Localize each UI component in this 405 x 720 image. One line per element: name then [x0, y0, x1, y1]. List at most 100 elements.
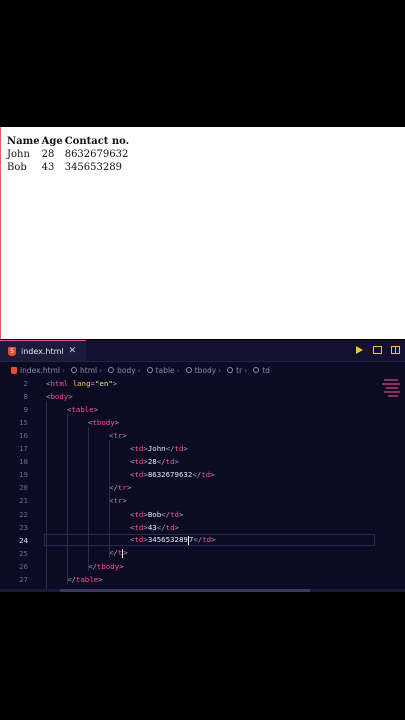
breadcrumb-item[interactable]: table [143, 366, 175, 375]
code-text: <td>43</td> [130, 523, 179, 532]
indent-guide [67, 414, 68, 584]
code-line[interactable]: 2 <html lang="en"> [0, 377, 405, 390]
breadcrumb-label: tr [236, 365, 243, 375]
code-text: <tbody> [88, 418, 119, 427]
header-name: Name [7, 136, 40, 147]
editor-tab-bar: 5 index.html ✕ [0, 340, 405, 362]
code-text: <html lang="en"> [46, 379, 117, 388]
code-token: > [68, 392, 73, 402]
code-line[interactable]: 23 <td>43</td> [0, 521, 405, 534]
code-token: tr [117, 483, 127, 493]
element-icon [185, 367, 192, 373]
code-text: <td>3456532897</td> [130, 535, 216, 545]
line-number: 22 [19, 509, 28, 519]
code-token: John [147, 444, 166, 454]
breadcrumb-item[interactable]: td [249, 366, 270, 375]
breadcrumb-item[interactable]: index.html [0, 366, 60, 375]
element-icon [253, 367, 260, 373]
code-token: "en" [94, 379, 113, 388]
code-token: td [170, 509, 179, 519]
code-line[interactable]: 21 <tr> [0, 494, 405, 507]
code-text: <td>John</td> [130, 444, 188, 453]
split-editor-icon[interactable] [390, 344, 401, 355]
chevron-right-icon: › [99, 365, 103, 375]
code-line[interactable]: 8 <body> [0, 390, 405, 403]
table-cell: 345653289 [64, 162, 122, 173]
chevron-right-icon: › [244, 365, 248, 375]
line-number: 25 [19, 548, 28, 558]
close-icon[interactable]: ✕ [69, 346, 77, 356]
header-contact: Contact no. [64, 136, 130, 147]
horizontal-scrollbar[interactable] [0, 589, 405, 592]
line-number: 20 [19, 483, 28, 493]
code-line[interactable]: 22 <td>Bob</td> [0, 508, 405, 521]
code-line[interactable]: 25 </t> [0, 547, 405, 560]
breadcrumb-item[interactable]: body [104, 366, 136, 375]
table-header-row: Name Age Contact no. [7, 136, 129, 147]
code-token: 8632679632 [147, 470, 193, 480]
code-token: </ [109, 483, 118, 493]
code-line[interactable]: 27 </table> [0, 573, 405, 586]
code-token: > [211, 535, 216, 545]
code-token: tbody [92, 418, 115, 428]
breadcrumb-label: table [155, 365, 175, 375]
chevron-right-icon: › [176, 365, 180, 375]
preview-table: Name Age Contact no. John 28 8632679632 … [5, 134, 131, 175]
code-token: td [165, 522, 175, 532]
code-token: > [123, 548, 128, 558]
breadcrumb-item[interactable]: html [67, 366, 97, 375]
code-token: > [122, 496, 127, 506]
breadcrumb-item[interactable]: tr [223, 366, 242, 375]
code-line[interactable]: 26 </tbody> [0, 560, 405, 573]
breadcrumb-label: body [117, 365, 136, 375]
chevron-right-icon: › [137, 365, 141, 375]
code-line[interactable]: 17 <td>John</td> [0, 442, 405, 455]
code-line[interactable]: 16 <tr> [0, 429, 405, 442]
minimap[interactable] [380, 377, 402, 417]
html5-icon: 5 [8, 346, 16, 356]
breadcrumb-label: td [262, 365, 270, 375]
open-preview-icon[interactable] [372, 344, 383, 355]
code-line[interactable]: 9 <table> [0, 403, 405, 416]
code-token: tbody [96, 561, 120, 571]
scrollbar-thumb[interactable] [60, 589, 310, 592]
code-token: html [50, 379, 69, 388]
line-number: 18 [19, 457, 28, 467]
line-number: 16 [19, 431, 28, 441]
code-token: Bob [147, 509, 162, 519]
code-line[interactable]: 20 </tr> [0, 481, 405, 494]
code-text: <td>28</td> [130, 457, 179, 466]
indent-guide [109, 440, 110, 558]
line-number: 15 [19, 418, 28, 428]
code-token: </ [88, 561, 97, 571]
chevron-right-icon: › [62, 365, 65, 375]
tab-index-html[interactable]: 5 index.html ✕ [0, 340, 86, 361]
code-token: </ [109, 548, 118, 558]
code-editor: 5 index.html ✕ index.html › html › body › tabl… [0, 340, 405, 592]
element-icon [108, 367, 115, 373]
line-number: 21 [19, 496, 28, 506]
code-token: table [71, 405, 94, 415]
table-cell: 28 [41, 149, 55, 160]
code-line[interactable]: 24 <td>3456532897</td> [0, 534, 405, 547]
code-text: <tr> [109, 496, 127, 505]
code-token: > [93, 405, 99, 415]
code-token: </ [67, 574, 76, 584]
play-icon[interactable] [354, 344, 365, 355]
code-token: </ [192, 470, 202, 480]
code-token: 345653289 [147, 535, 188, 545]
table-cell: 8632679632 [64, 149, 129, 160]
code-line[interactable]: 18 <td>28</td> [0, 455, 405, 468]
line-number: 17 [19, 444, 28, 454]
code-token: > [178, 509, 184, 519]
line-number: 9 [23, 405, 28, 415]
code-token: > [210, 470, 215, 480]
chevron-right-icon: › [218, 365, 222, 375]
code-token: body [50, 392, 69, 402]
indent-guide [88, 427, 89, 571]
code-line[interactable]: 19 <td>8632679632</td> [0, 468, 405, 481]
code-text: </tr> [109, 483, 131, 492]
code-token: > [98, 574, 103, 584]
code-line[interactable]: 15 <tbody> [0, 416, 405, 429]
breadcrumb-item[interactable]: tbody [182, 366, 216, 375]
